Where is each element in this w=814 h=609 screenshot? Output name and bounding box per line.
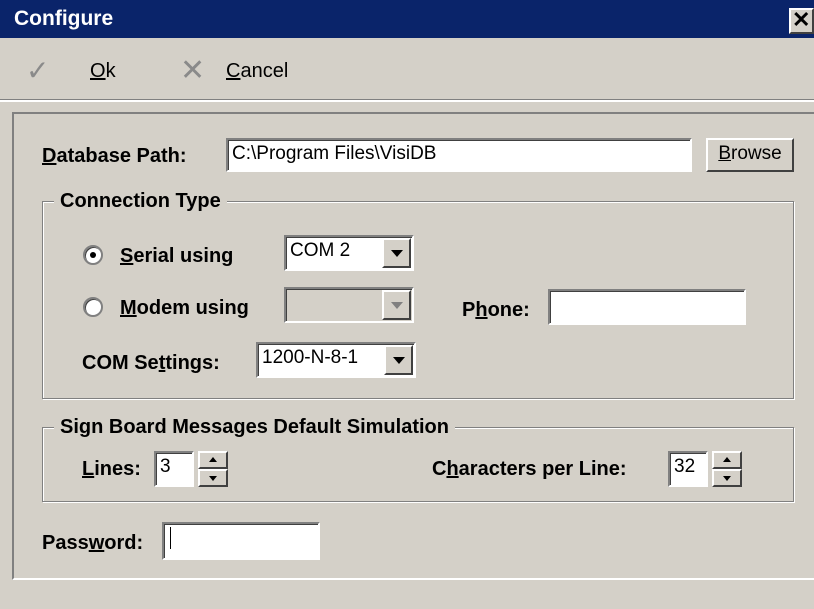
chars-per-line-label: Characters per Line: bbox=[432, 458, 627, 480]
database-path-label: Database Path: bbox=[42, 145, 187, 167]
chevron-down-icon bbox=[392, 357, 405, 364]
cancel-label: Cancel bbox=[226, 60, 289, 82]
com-settings-dropdown-button[interactable] bbox=[384, 345, 413, 375]
phone-input[interactable] bbox=[548, 289, 746, 325]
radio-dot bbox=[90, 252, 96, 258]
modem-label[interactable]: Modem using bbox=[120, 295, 249, 321]
caret-up-icon bbox=[723, 457, 731, 462]
chevron-down-icon bbox=[390, 302, 403, 309]
caret-down-icon bbox=[209, 476, 217, 481]
close-button[interactable]: ✕ bbox=[789, 7, 814, 34]
toolbar-divider bbox=[0, 100, 814, 102]
lines-input[interactable]: 3 bbox=[154, 451, 194, 487]
chars-spin-up[interactable] bbox=[712, 451, 742, 469]
x-icon: ✕ bbox=[180, 54, 206, 87]
serial-radio[interactable] bbox=[83, 245, 103, 265]
close-icon: ✕ bbox=[792, 7, 811, 32]
modem-radio[interactable] bbox=[83, 297, 103, 317]
check-icon: ✓ bbox=[26, 55, 50, 86]
serial-label[interactable]: Serial using bbox=[120, 243, 233, 269]
sign-board-title: Sign Board Messages Default Simulation bbox=[54, 414, 455, 440]
text-caret bbox=[170, 526, 171, 549]
window-title: Configure bbox=[14, 7, 114, 30]
phone-label: Phone: bbox=[462, 299, 530, 321]
lines-spin-up[interactable] bbox=[198, 451, 228, 469]
cancel-button[interactable]: ✕ Cancel bbox=[176, 54, 306, 88]
lines-spin-down[interactable] bbox=[198, 469, 228, 487]
caret-up-icon bbox=[209, 457, 217, 462]
chars-per-line-input[interactable]: 32 bbox=[668, 451, 708, 487]
chevron-down-icon bbox=[390, 250, 403, 257]
chars-spin-down[interactable] bbox=[712, 469, 742, 487]
browse-button[interactable]: Browse bbox=[706, 138, 794, 172]
lines-label: Lines: bbox=[82, 458, 141, 480]
ok-button[interactable]: ✓ Ok bbox=[22, 54, 132, 88]
serial-port-dropdown-button[interactable] bbox=[382, 238, 411, 268]
com-settings-label: COM Settings: bbox=[82, 352, 220, 374]
title-bar bbox=[0, 0, 814, 38]
caret-down-icon bbox=[723, 476, 731, 481]
password-input[interactable] bbox=[162, 522, 320, 560]
database-path-input[interactable]: C:\Program Files\VisiDB bbox=[226, 138, 692, 172]
connection-type-title: Connection Type bbox=[54, 188, 227, 214]
modem-port-dropdown-button[interactable] bbox=[382, 290, 411, 320]
password-label: Password: bbox=[42, 532, 144, 554]
ok-label: Ok bbox=[90, 60, 116, 82]
